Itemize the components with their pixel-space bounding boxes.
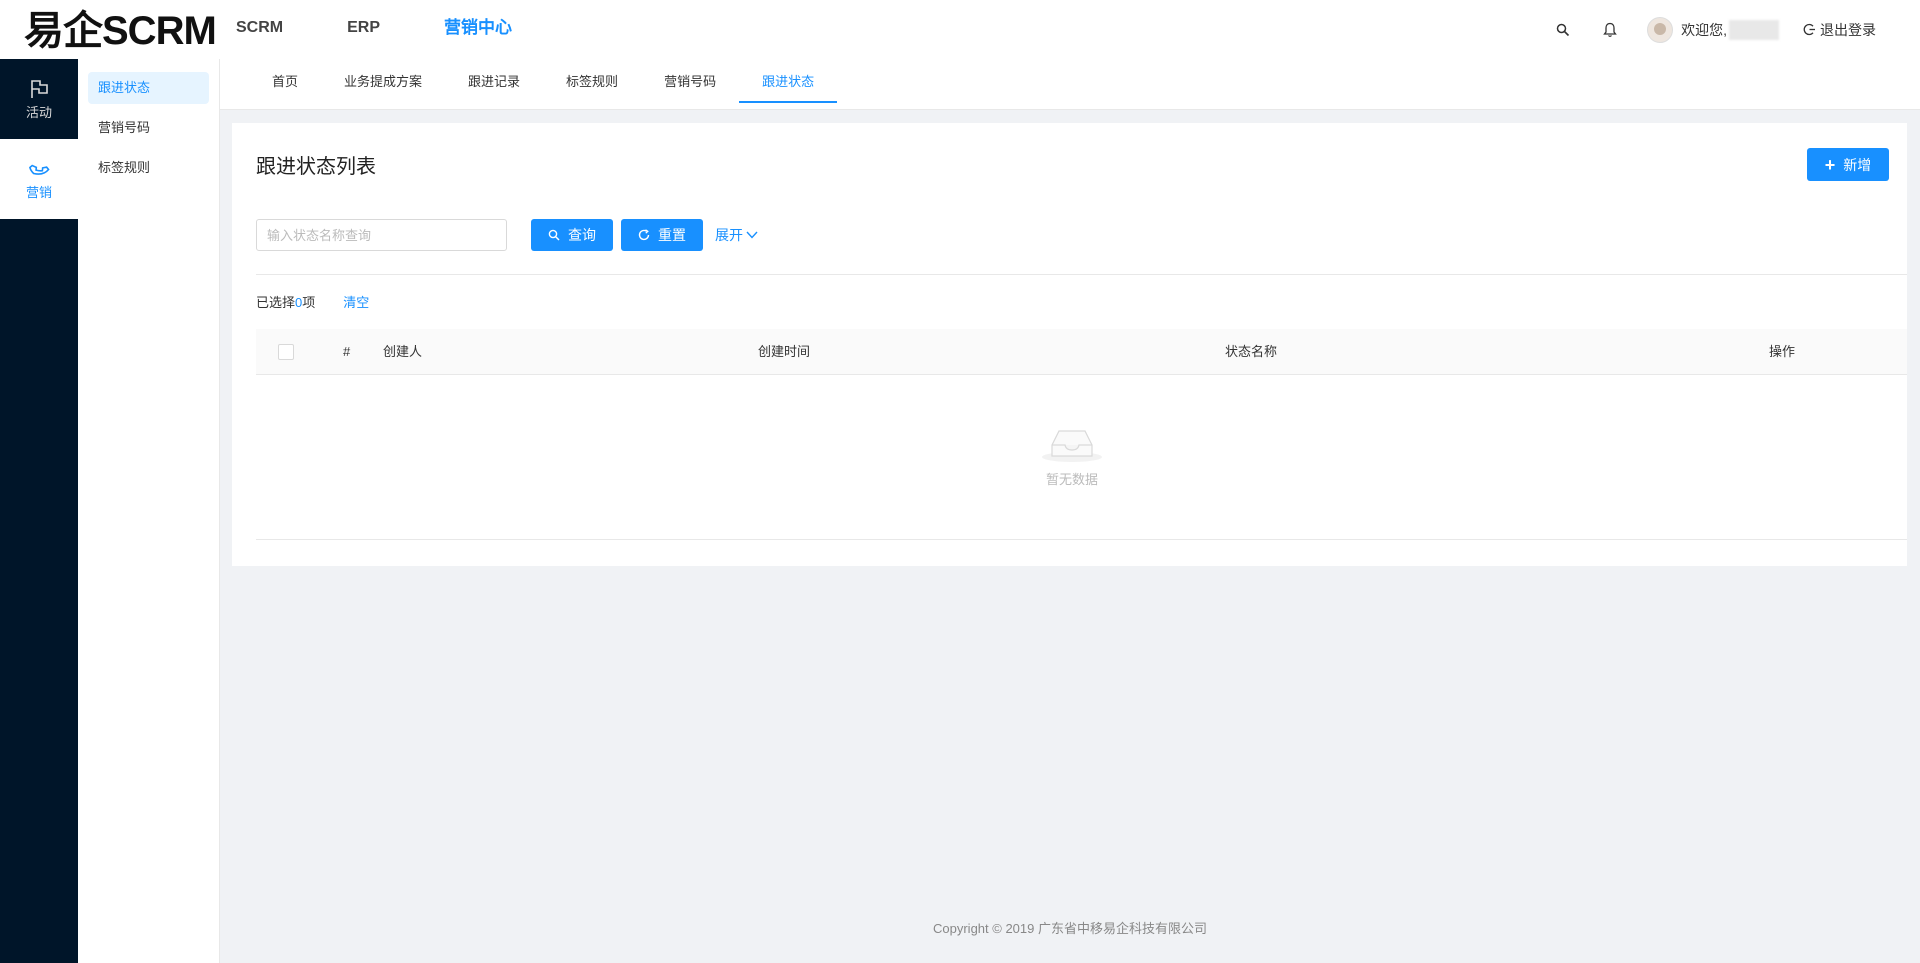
reload-icon <box>638 229 650 241</box>
topnav-erp[interactable]: ERP <box>347 0 380 59</box>
search-icon[interactable] <box>1553 20 1573 40</box>
selected-prefix: 已选择 <box>256 295 296 310</box>
tab-commission-plan[interactable]: 业务提成方案 <box>321 59 445 110</box>
topnav-marketing-center[interactable]: 营销中心 <box>444 0 512 59</box>
chevron-down-icon <box>746 231 758 239</box>
select-all-checkbox[interactable] <box>278 344 294 360</box>
logout-button[interactable]: 退出登录 <box>1803 20 1876 40</box>
status-name-search-input[interactable] <box>256 219 507 251</box>
submenu-item-follow-status[interactable]: 跟进状态 <box>88 72 209 104</box>
logout-label: 退出登录 <box>1820 21 1876 38</box>
header-actions: 欢迎您, 退出登录 <box>1553 0 1920 59</box>
clear-selection-link[interactable]: 清空 <box>343 293 369 313</box>
divider <box>256 274 1907 275</box>
query-button-label: 查询 <box>568 227 596 243</box>
column-header-created-time[interactable]: 创建时间 <box>758 329 810 375</box>
phone-icon <box>29 164 50 175</box>
bell-icon[interactable] <box>1600 20 1620 40</box>
sidebar-item-marketing[interactable]: 营销 <box>0 139 78 219</box>
add-button-label: 新增 <box>1843 156 1872 173</box>
top-header: 易企SCRM SCRM ERP 营销中心 欢迎您, 退出登录 <box>0 0 1920 59</box>
sidebar-item-label: 活动 <box>25 104 52 120</box>
tab-marketing-numbers[interactable]: 营销号码 <box>641 59 739 110</box>
add-button[interactable]: + 新增 <box>1807 148 1889 181</box>
column-header-index: # <box>343 344 351 359</box>
column-header-creator[interactable]: 创建人 <box>383 329 422 375</box>
tab-follow-records[interactable]: 跟进记录 <box>445 59 543 110</box>
empty-text: 暂无数据 <box>1045 472 1098 487</box>
icon-sidebar: 活动 营销 <box>0 59 78 963</box>
content-card: 跟进状态列表 + 新增 查询 重置 展开 已选择 0 项 清空 # 创建人 创建… <box>232 123 1907 566</box>
column-header-actions: 操作 <box>1769 344 1796 359</box>
reset-button[interactable]: 重置 <box>621 219 703 251</box>
tab-home[interactable]: 首页 <box>249 59 321 110</box>
submenu-item-tag-rules[interactable]: 标签规则 <box>88 152 209 184</box>
avatar <box>1647 16 1674 43</box>
sidebar-item-activity[interactable]: 活动 <box>0 59 78 139</box>
tab-follow-status[interactable]: 跟进状态 <box>739 59 838 110</box>
user-name-redacted <box>1729 19 1779 40</box>
expand-toggle[interactable]: 展开 <box>715 219 758 251</box>
topnav-scrm[interactable]: SCRM <box>236 0 283 59</box>
selected-suffix: 项 <box>302 295 316 310</box>
top-navigation: SCRM ERP 营销中心 <box>236 0 576 59</box>
empty-state: 暂无数据 <box>1036 420 1108 488</box>
sub-menu: 跟进状态 营销号码 标签规则 <box>78 59 220 963</box>
sidebar-item-label: 营销 <box>25 184 52 200</box>
plus-icon: + <box>1824 154 1836 175</box>
submenu-item-marketing-numbers[interactable]: 营销号码 <box>88 112 209 144</box>
app-logo[interactable]: 易企SCRM <box>24 6 217 56</box>
table-header: # 创建人 创建时间 状态名称 操作 <box>256 329 1907 375</box>
expand-label: 展开 <box>715 227 743 243</box>
selected-count: 0 <box>295 295 303 310</box>
column-header-status-name[interactable]: 状态名称 <box>1225 329 1277 375</box>
logout-icon <box>1803 23 1815 36</box>
empty-inbox-icon <box>1042 430 1102 462</box>
page-title: 跟进状态列表 <box>256 156 376 178</box>
user-menu[interactable]: 欢迎您, <box>1647 16 1779 43</box>
footer-copyright: Copyright © 2019 广东省中移易企科技有限公司 <box>933 921 1207 936</box>
query-button[interactable]: 查询 <box>531 219 613 251</box>
welcome-text: 欢迎您, <box>1681 21 1727 38</box>
selection-summary: 已选择 0 项 清空 <box>256 293 369 313</box>
search-icon <box>548 229 560 241</box>
table-empty-state: 暂无数据 <box>256 375 1907 540</box>
page-tabs: 首页 业务提成方案 跟进记录 标签规则 营销号码 跟进状态 <box>220 59 1920 110</box>
reset-button-label: 重置 <box>658 227 686 243</box>
tab-tag-rules[interactable]: 标签规则 <box>543 59 641 110</box>
flag-icon <box>31 79 48 98</box>
